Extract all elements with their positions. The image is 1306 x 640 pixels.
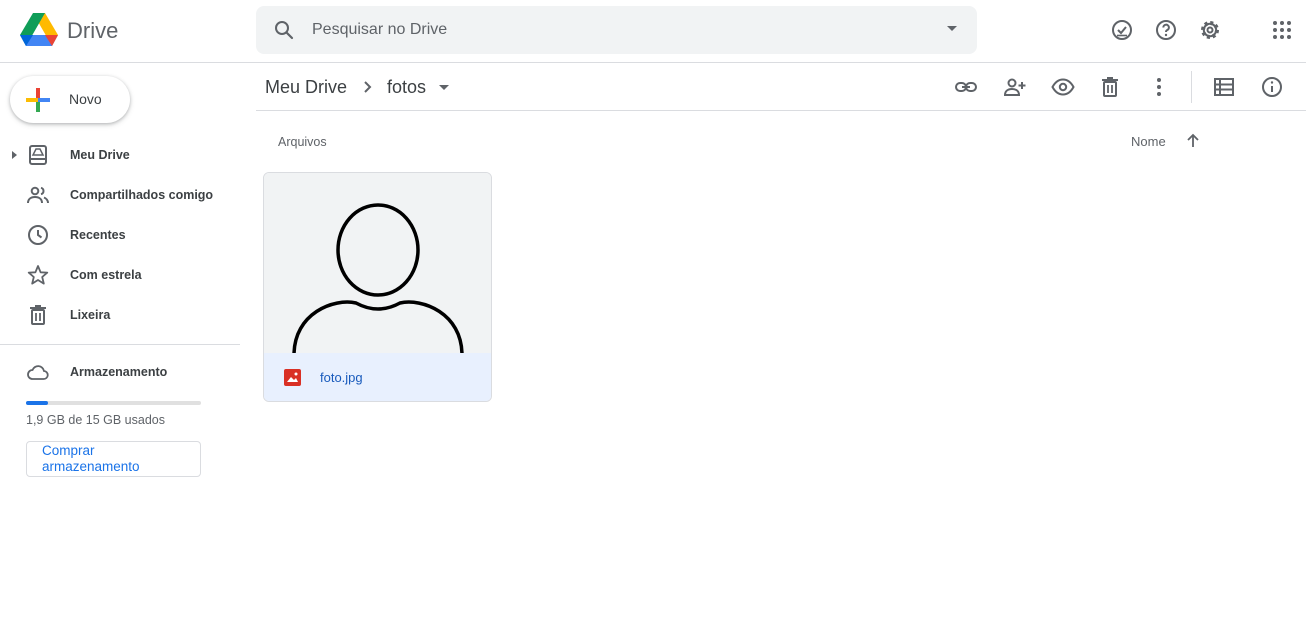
apps-grid-icon[interactable] [1270,18,1294,42]
file-card-footer[interactable]: foto.jpg [264,353,491,401]
file-thumbnail[interactable] [264,173,491,353]
sidebar-item-shared[interactable]: Compartilhados comigo [0,175,240,215]
new-button-label: Novo [69,91,102,107]
sidebar-item-label: Lixeira [70,308,111,322]
files-section-title: Arquivos [278,135,327,149]
file-card[interactable]: foto.jpg [263,172,492,402]
clock-icon [28,225,48,245]
app-title[interactable]: Drive [67,18,118,44]
search-icon[interactable] [272,18,296,42]
drive-logo-icon[interactable] [20,13,58,47]
sidebar-item-trash[interactable]: Lixeira [0,295,240,335]
sidebar-item-label: Com estrela [70,268,142,282]
breadcrumb-my-drive[interactable]: Meu Drive [265,77,347,98]
people-icon [27,186,49,204]
new-button[interactable]: Novo [10,76,130,123]
buy-storage-button[interactable]: Comprar armazenamento [26,441,201,477]
folder-menu-dropdown-icon[interactable] [439,85,449,90]
arrow-up-icon[interactable] [1184,132,1202,150]
folder-toolbar: Meu Drive fotos [256,63,1306,111]
my-drive-icon [29,145,47,165]
storage-usage-text: 1,9 GB de 15 GB usados [26,413,165,427]
sidebar-item-starred[interactable]: Com estrela [0,255,240,295]
search-bar[interactable]: Pesquisar no Drive [256,6,977,54]
sidebar-item-label: Meu Drive [70,148,130,162]
search-input[interactable]: Pesquisar no Drive [312,21,447,39]
chevron-right-icon [364,81,372,93]
image-file-icon [284,369,301,386]
settings-icon[interactable] [1198,18,1222,42]
info-icon[interactable] [1260,75,1284,99]
sidebar-item-label: Recentes [70,228,126,242]
help-icon[interactable] [1154,18,1178,42]
search-options-dropdown-icon[interactable] [947,26,957,31]
plus-icon [26,88,50,112]
person-silhouette-thumbnail [292,203,464,353]
storage-label: Armazenamento [70,365,168,379]
delete-icon[interactable] [1098,75,1122,99]
sort-by-label[interactable]: Nome [1131,134,1166,149]
link-icon[interactable] [954,75,978,99]
list-view-icon[interactable] [1212,75,1236,99]
more-icon[interactable] [1147,75,1171,99]
trash-icon [30,305,46,325]
sidebar-divider [0,344,240,345]
file-name: foto.jpg [320,370,363,385]
expand-arrow-icon[interactable] [12,151,17,159]
storage-usage-fill [26,401,49,405]
cloud-icon [27,365,49,380]
sidebar-item-recent[interactable]: Recentes [0,215,240,255]
sidebar-item-label: Compartilhados comigo [70,188,214,202]
share-icon[interactable] [1003,75,1027,99]
toolbar-divider [1191,71,1192,103]
sidebar-item-my-drive[interactable]: Meu Drive [0,135,240,175]
preview-icon[interactable] [1051,75,1075,99]
star-icon [27,265,49,285]
breadcrumb-current-folder[interactable]: fotos [387,77,426,98]
sidebar-item-storage[interactable]: Armazenamento [0,352,240,392]
storage-usage-bar [26,401,201,405]
offline-ready-icon[interactable] [1110,18,1134,42]
top-bar: Drive Pesquisar no Drive [0,0,1306,63]
